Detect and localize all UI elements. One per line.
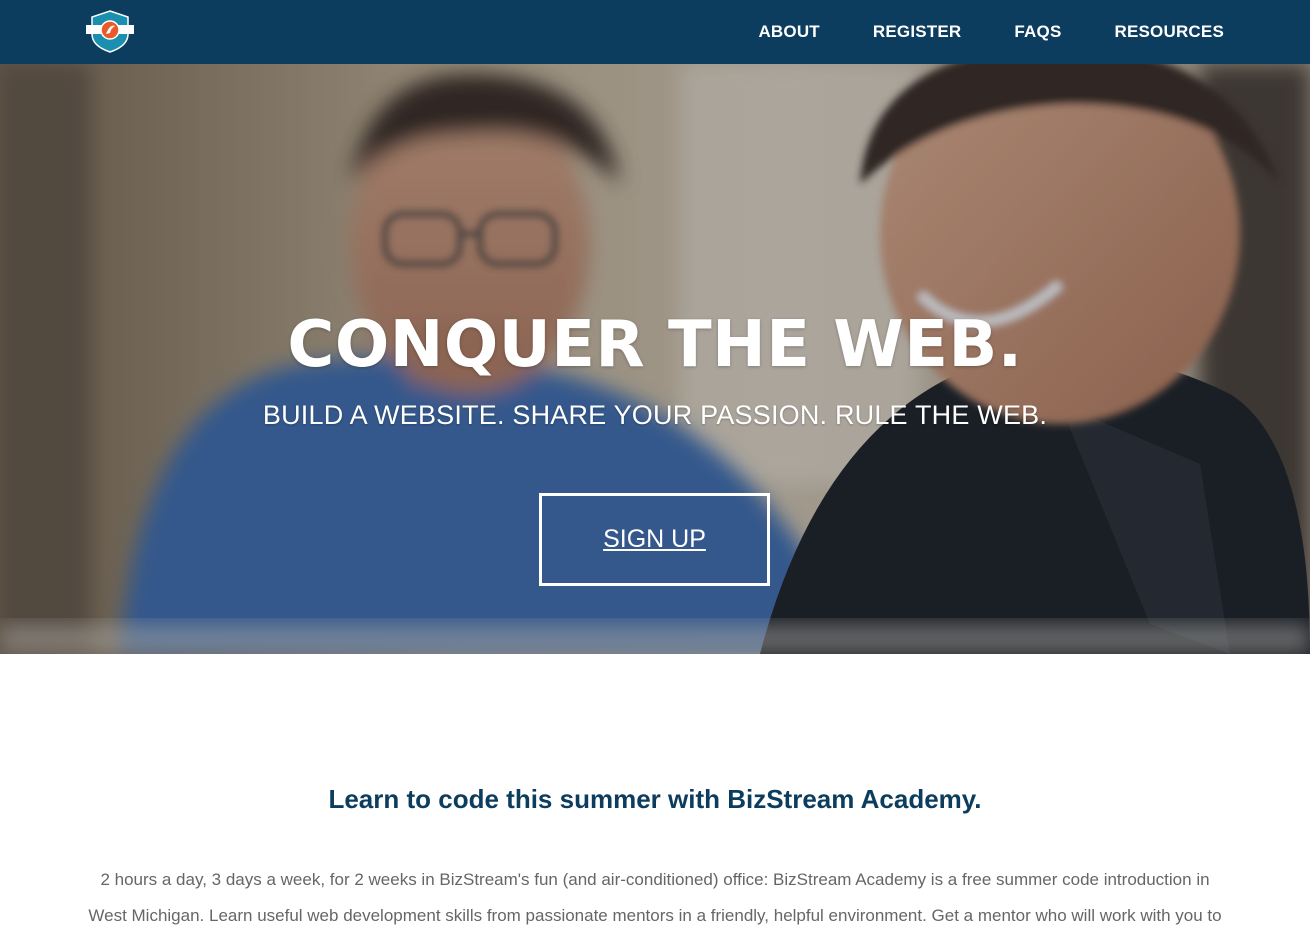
logo-badge-icon [86,10,134,53]
site-header: ABOUT REGISTER FAQS RESOURCES [0,0,1310,64]
hero-banner: CONQUER THE WEB. BUILD A WEBSITE. SHARE … [0,64,1310,654]
nav-faqs[interactable]: FAQS [1014,22,1061,42]
hero-title: CONQUER THE WEB. [287,308,1023,382]
sign-up-button[interactable]: SIGN UP [539,493,770,586]
bizstream-academy-logo[interactable] [84,8,136,54]
nav-resources[interactable]: RESOURCES [1115,22,1225,42]
main-nav: ABOUT REGISTER FAQS RESOURCES [705,0,1224,64]
nav-about[interactable]: ABOUT [758,22,819,42]
intro-heading: Learn to code this summer with BizStream… [328,784,982,814]
nav-register[interactable]: REGISTER [873,22,962,42]
intro-body: 2 hours a day, 3 days a week, for 2 week… [88,870,1222,925]
hero-subtitle: BUILD A WEBSITE. SHARE YOUR PASSION. RUL… [262,400,1048,430]
